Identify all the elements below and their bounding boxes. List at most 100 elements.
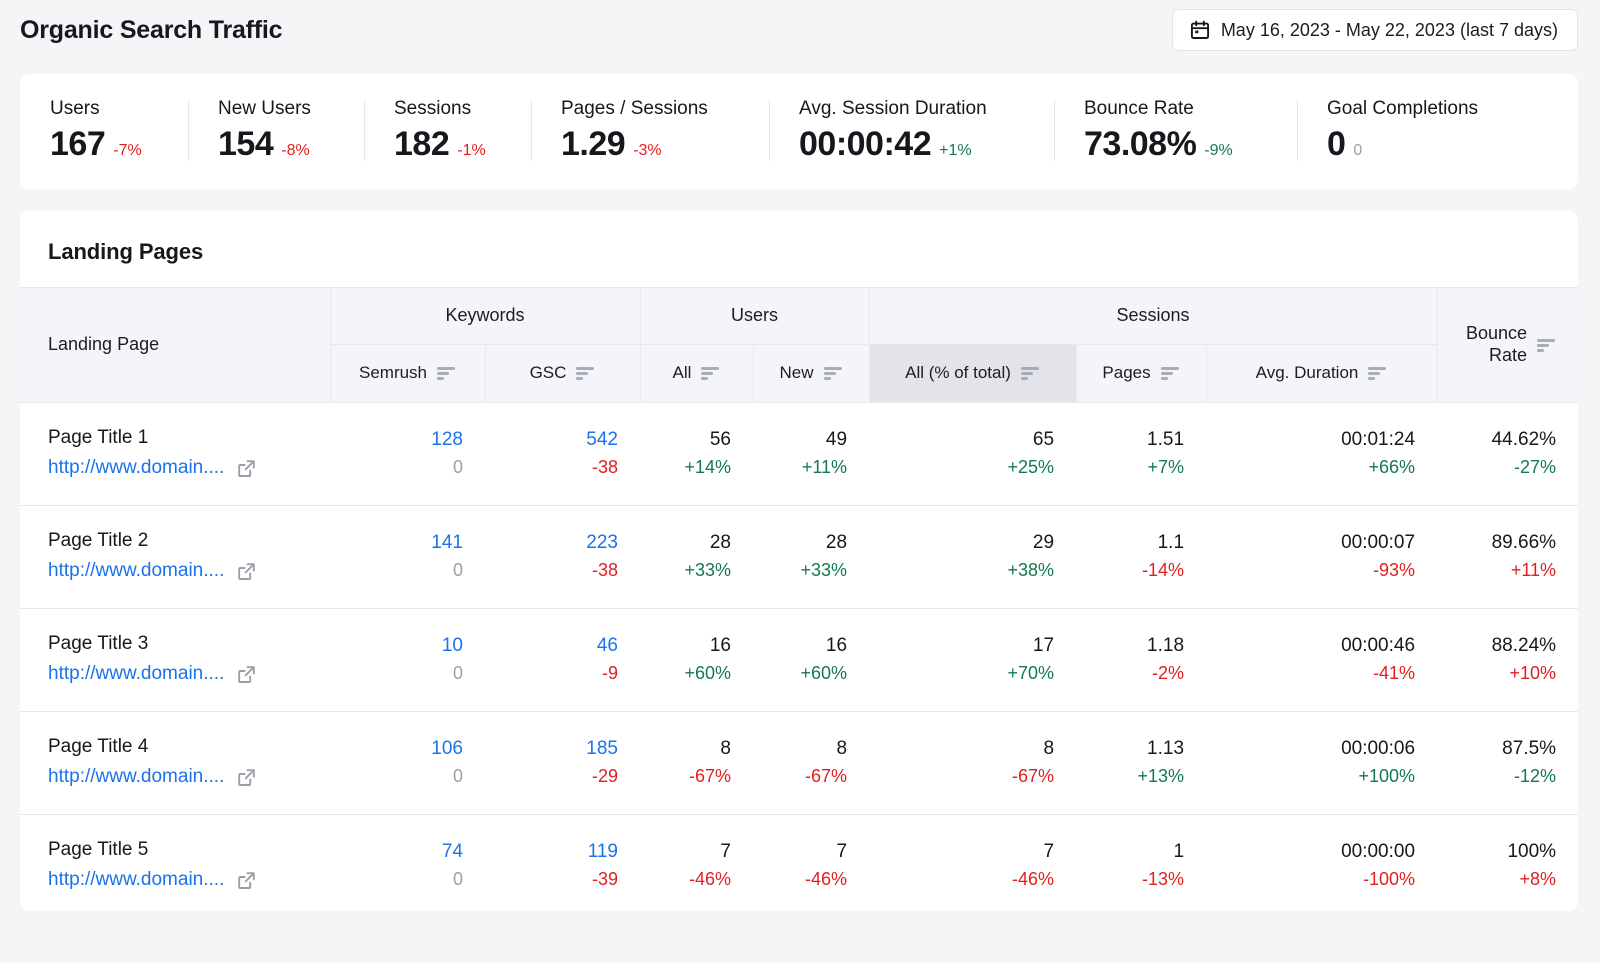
cell-landing-page: Page Title 5 http://www.domain.... bbox=[20, 814, 330, 911]
page-url-link[interactable]: http://www.domain.... bbox=[48, 767, 224, 788]
cell-delta: -12% bbox=[1514, 767, 1556, 787]
cell-semrush: 740 bbox=[330, 814, 485, 911]
cell-value: 00:00:06 bbox=[1341, 739, 1415, 760]
kpi-value-row: 182-1% bbox=[394, 127, 531, 163]
table-row[interactable]: Page Title 4http://www.domain....1060185… bbox=[20, 711, 1578, 814]
cell-value: 16 bbox=[710, 636, 731, 657]
sort-icon[interactable] bbox=[575, 365, 595, 381]
cell-value: 7 bbox=[1043, 842, 1054, 863]
cell-bounce-rate: 100%+8% bbox=[1437, 814, 1578, 911]
kpi-card-new-users: New Users154-8% bbox=[188, 98, 364, 163]
cell-delta: -39 bbox=[592, 870, 618, 890]
cell-delta: -41% bbox=[1373, 664, 1415, 684]
cell-bounce-rate: 88.24%+10% bbox=[1437, 608, 1578, 711]
sort-icon[interactable] bbox=[1367, 365, 1387, 381]
cell-value: 7 bbox=[720, 842, 731, 863]
cell-value: 00:00:00 bbox=[1341, 842, 1415, 863]
column-header-bounce-rate[interactable]: Bounce Rate bbox=[1437, 287, 1578, 402]
cell-bounce-rate: 44.62%-27% bbox=[1437, 402, 1578, 505]
cell-value: 185 bbox=[586, 739, 618, 760]
table-row[interactable]: Page Title 2http://www.domain....1410223… bbox=[20, 505, 1578, 608]
sort-icon[interactable] bbox=[1020, 365, 1040, 381]
table-row[interactable]: Page Title 1http://www.domain.... 128 0 542… bbox=[20, 402, 1578, 505]
column-header-pages[interactable]: Pages bbox=[1076, 344, 1206, 402]
cell-delta: -2% bbox=[1152, 664, 1184, 684]
date-range-picker[interactable]: May 16, 2023 - May 22, 2023 (last 7 days… bbox=[1172, 9, 1578, 51]
kpi-label: Users bbox=[50, 98, 188, 120]
cell-delta: +66% bbox=[1369, 458, 1416, 478]
cell-value: 28 bbox=[826, 533, 847, 554]
cell-gsc: 223-38 bbox=[485, 505, 640, 608]
cell-delta: 0 bbox=[453, 458, 463, 478]
kpi-label: New Users bbox=[218, 98, 364, 120]
table-row[interactable]: Page Title 3 http://www.domain.... 10046-9… bbox=[20, 608, 1578, 711]
cell-value: 10 bbox=[442, 636, 463, 657]
external-link-icon[interactable] bbox=[236, 664, 257, 685]
column-header-label: All bbox=[673, 363, 692, 383]
cell-value: 128 bbox=[431, 430, 463, 451]
kpi-card-bounce-rate: Bounce Rate73.08%-9% bbox=[1054, 98, 1297, 163]
column-header-semrush[interactable]: Semrush bbox=[330, 344, 485, 402]
sort-icon[interactable] bbox=[1160, 365, 1180, 381]
kpi-label: Goal Completions bbox=[1327, 98, 1478, 120]
cell-semrush: 1060 bbox=[330, 711, 485, 814]
page-url-link[interactable]: http://www.domain.... bbox=[48, 458, 224, 479]
cell-delta: -67% bbox=[805, 767, 847, 787]
cell-value: 1.51 bbox=[1147, 430, 1184, 451]
column-header-gsc[interactable]: GSC bbox=[485, 344, 640, 402]
page-title-text: Page Title 3 bbox=[48, 634, 330, 655]
page-title-text: Page Title 5 bbox=[48, 840, 330, 861]
cell-pages: 1.13+13% bbox=[1076, 711, 1206, 814]
cell-value: 542 bbox=[586, 430, 618, 451]
cell-landing-page: Page Title 1http://www.domain.... bbox=[20, 402, 330, 505]
cell-delta: -29 bbox=[592, 767, 618, 787]
cell-delta: +100% bbox=[1358, 767, 1415, 787]
column-header-new[interactable]: New bbox=[753, 344, 869, 402]
table-row[interactable]: Page Title 5 http://www.domain.... 740119-… bbox=[20, 814, 1578, 911]
kpi-delta: -8% bbox=[281, 142, 309, 160]
external-link-icon[interactable] bbox=[236, 767, 257, 788]
cell-delta: -27% bbox=[1514, 458, 1556, 478]
cell-users-all: 8-67% bbox=[640, 711, 753, 814]
cell-gsc: 46-9 bbox=[485, 608, 640, 711]
column-header-avg-duration[interactable]: Avg. Duration bbox=[1206, 344, 1437, 402]
kpi-delta: -9% bbox=[1204, 142, 1232, 160]
cell-landing-page: Page Title 2http://www.domain.... bbox=[20, 505, 330, 608]
sort-icon[interactable] bbox=[436, 365, 456, 381]
kpi-value: 00:00:42 bbox=[799, 127, 931, 163]
external-link-icon[interactable] bbox=[236, 870, 257, 891]
cell-delta: +11% bbox=[1511, 561, 1556, 581]
cell-semrush: 100 bbox=[330, 608, 485, 711]
sort-icon[interactable] bbox=[823, 365, 843, 381]
cell-delta: -13% bbox=[1142, 870, 1184, 890]
cell-delta: +11% bbox=[802, 458, 847, 478]
page-url-link[interactable]: http://www.domain.... bbox=[48, 870, 224, 891]
cell-value: 1.13 bbox=[1147, 739, 1184, 760]
column-header-all[interactable]: All bbox=[640, 344, 753, 402]
sort-icon[interactable] bbox=[1536, 337, 1556, 353]
cell-value: 00:01:24 bbox=[1341, 430, 1415, 451]
cell-delta: -93% bbox=[1373, 561, 1415, 581]
cell-delta: 0 bbox=[453, 767, 463, 787]
kpi-value-row: 00 bbox=[1327, 127, 1478, 163]
cell-value: 89.66% bbox=[1492, 533, 1556, 554]
column-header-all-of-total[interactable]: All (% of total) bbox=[869, 344, 1076, 402]
cell-value: 49 bbox=[826, 430, 847, 451]
cell-value: 00:00:07 bbox=[1341, 533, 1415, 554]
cell-value: 223 bbox=[586, 533, 618, 554]
cell-landing-page: Page Title 4http://www.domain.... bbox=[20, 711, 330, 814]
cell-delta: +10% bbox=[1510, 664, 1557, 684]
page-url-link[interactable]: http://www.domain.... bbox=[48, 664, 224, 685]
kpi-delta: -1% bbox=[457, 142, 485, 160]
cell-gsc: 119-39 bbox=[485, 814, 640, 911]
cell-delta: -9 bbox=[602, 664, 618, 684]
kpi-label: Pages / Sessions bbox=[561, 98, 769, 120]
cell-avg-duration: 00:00:46-41% bbox=[1206, 608, 1437, 711]
external-link-icon[interactable] bbox=[236, 458, 257, 479]
cell-gsc: 185-29 bbox=[485, 711, 640, 814]
sort-icon[interactable] bbox=[700, 365, 720, 381]
table-body: Page Title 1http://www.domain.... 128 0 542… bbox=[20, 402, 1578, 911]
external-link-icon[interactable] bbox=[236, 561, 257, 582]
page-url-link[interactable]: http://www.domain.... bbox=[48, 561, 224, 582]
cell-avg-duration: 00:00:07 -93% bbox=[1206, 505, 1437, 608]
